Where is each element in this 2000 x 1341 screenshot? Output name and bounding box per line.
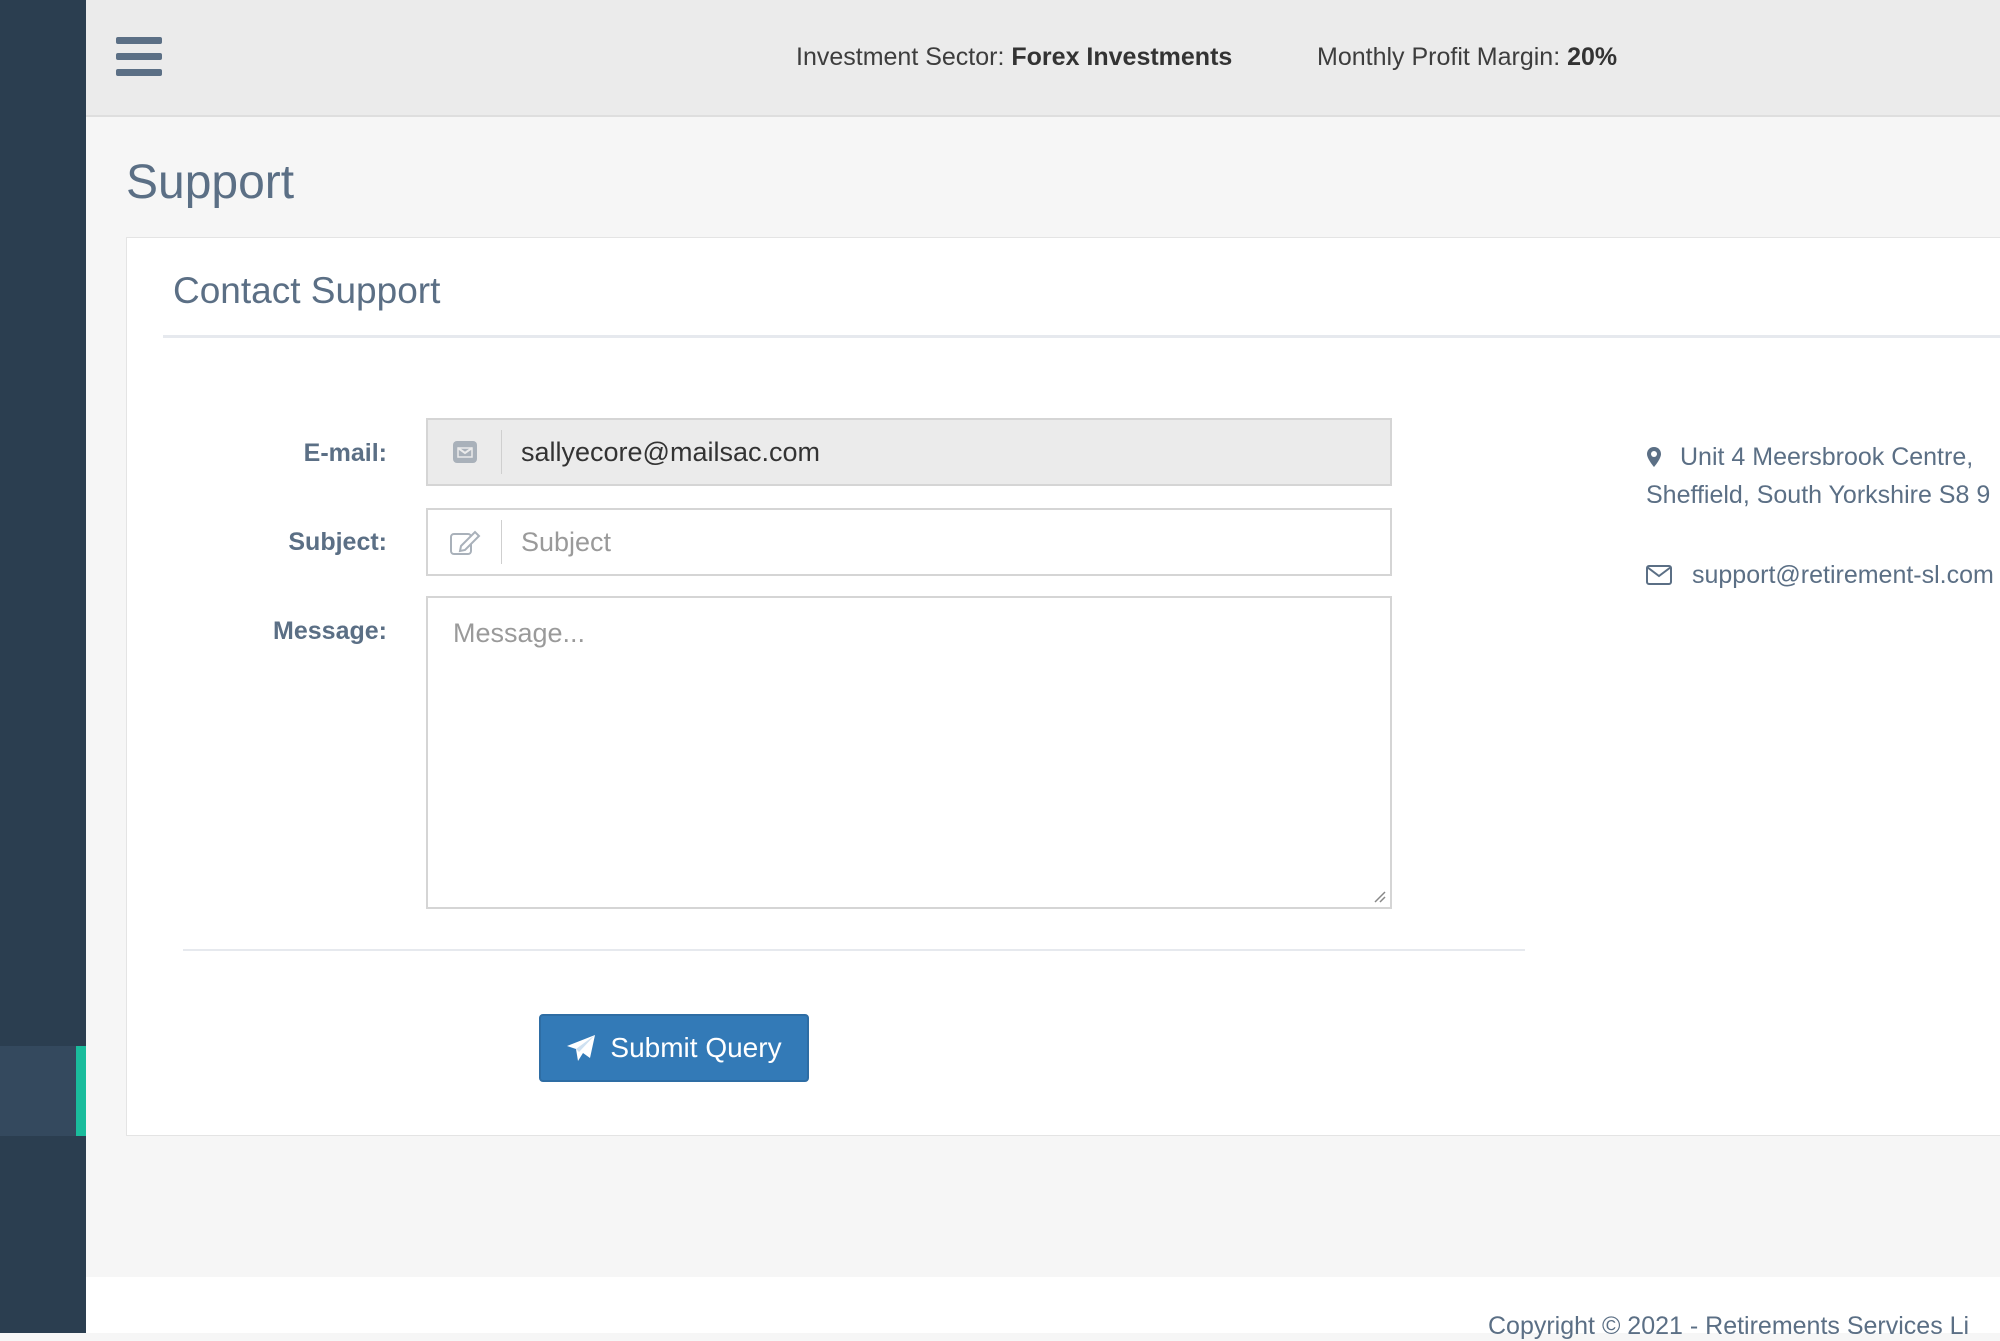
paper-plane-icon (567, 1035, 596, 1061)
footer: Copyright © 2021 - Retirements Services … (86, 1277, 2000, 1340)
address-line-1: Unit 4 Meersbrook Centre, (1680, 443, 1974, 471)
contact-email: support@retirement-sl.com (1646, 556, 1994, 594)
panel-title: Contact Support (173, 270, 441, 311)
profit-margin-value: 20% (1567, 43, 1618, 71)
address-line-2: Sheffield, South Yorkshire S8 9 (1646, 481, 1991, 509)
email-label: E-mail: (303, 439, 387, 467)
subject-label: Subject: (288, 528, 387, 556)
support-email-link[interactable]: support@retirement-sl.com (1692, 556, 1994, 594)
profit-margin-label: Monthly Profit Margin: (1317, 43, 1561, 71)
message-placeholder: Message... (453, 618, 586, 648)
investment-sector-label: Investment Sector: (796, 43, 1005, 71)
envelope-outline-icon (1646, 565, 1672, 585)
resize-handle-icon[interactable] (1370, 887, 1386, 903)
top-navbar: Investment Sector: Forex Investments Mon… (86, 0, 2000, 117)
investment-sector-value: Forex Investments (1011, 43, 1233, 71)
map-marker-icon (1647, 447, 1661, 467)
sidebar-item-support[interactable] (0, 1046, 86, 1136)
form-divider (183, 949, 1525, 951)
page-title: Support (126, 156, 295, 209)
subject-input[interactable]: Subject (426, 508, 1392, 576)
panel-divider (163, 335, 2000, 338)
email-value: sallyecore@mailsac.com (521, 436, 820, 467)
message-label: Message: (273, 617, 387, 645)
copyright-text: Copyright © 2021 - Retirements Services … (1488, 1312, 1970, 1340)
subject-placeholder: Subject (521, 526, 612, 557)
message-textarea[interactable]: Message... (426, 596, 1392, 909)
contact-address: Unit 4 Meersbrook Centre, Sheffield, Sou… (1646, 438, 1990, 514)
submit-label: Submit Query (610, 1032, 782, 1063)
edit-icon (428, 520, 502, 564)
profit-margin-info: Monthly Profit Margin: 20% (1317, 43, 1617, 72)
investment-sector-info: Investment Sector: Forex Investments (796, 43, 1232, 72)
email-field[interactable]: sallyecore@mailsac.com (426, 418, 1392, 486)
contact-support-panel: Contact Support E-mail: sallyecore@mails… (126, 237, 2000, 1136)
hamburger-menu-icon[interactable] (116, 37, 162, 77)
sidebar-active-indicator (76, 1046, 86, 1136)
envelope-icon (428, 430, 502, 474)
submit-query-button[interactable]: Submit Query (539, 1014, 809, 1082)
sidebar (0, 0, 86, 1333)
